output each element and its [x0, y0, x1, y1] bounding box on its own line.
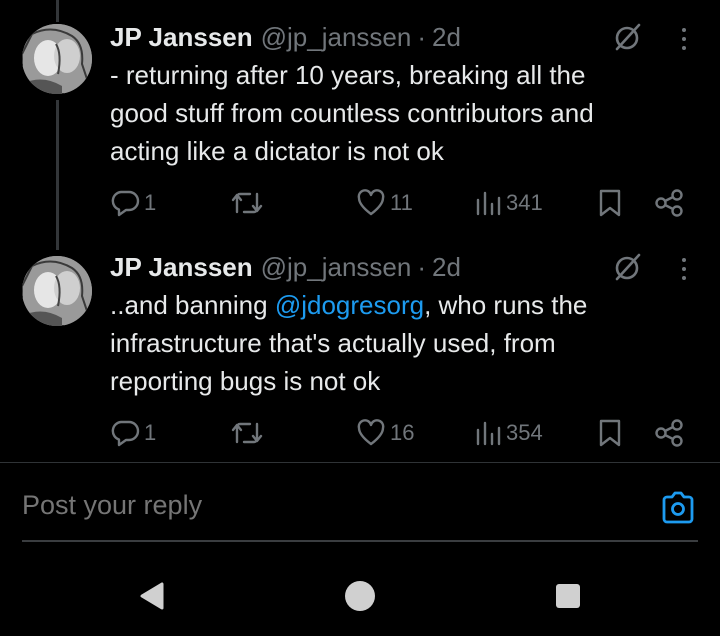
views-count: 341 [506, 190, 543, 215]
tweet-text: - returning after 10 years, breaking all… [110, 60, 594, 166]
reply-count: 1 [144, 190, 157, 215]
timestamp[interactable]: 2d [432, 252, 461, 283]
tweet-header: JP Janssen @jp_janssen · 2d [110, 20, 461, 54]
reply-icon [111, 420, 140, 447]
share-icon [655, 419, 683, 447]
author-handle[interactable]: @jp_janssen [261, 252, 412, 283]
reply-composer [0, 480, 720, 542]
more-options-icon[interactable] [674, 254, 694, 284]
separator-dot: · [417, 251, 427, 282]
views-count: 354 [506, 420, 543, 445]
bookmark-button[interactable] [596, 185, 624, 221]
nav-back-button[interactable] [134, 578, 170, 614]
author-name[interactable]: JP Janssen [110, 252, 253, 283]
like-count: 11 [390, 190, 413, 215]
heart-icon [357, 189, 385, 216]
nav-home-button[interactable] [342, 578, 378, 614]
reply-button[interactable]: 1 [110, 185, 156, 221]
avatar[interactable] [22, 256, 92, 326]
author-name[interactable]: JP Janssen [110, 22, 253, 53]
tweet-actions: 1 11 341 [0, 185, 720, 221]
like-count: 16 [390, 420, 415, 445]
views-icon [476, 421, 501, 446]
views-button[interactable]: 354 [474, 415, 543, 451]
avatar[interactable] [22, 24, 92, 94]
camera-icon[interactable] [660, 490, 696, 526]
bookmark-icon [599, 419, 621, 447]
author-handle[interactable]: @jp_janssen [261, 22, 412, 53]
section-divider [0, 462, 720, 463]
share-button[interactable] [654, 185, 684, 221]
share-icon [655, 189, 683, 217]
share-button[interactable] [654, 415, 684, 451]
reply-button[interactable]: 1 [110, 415, 156, 451]
separator-dot: · [417, 21, 427, 52]
tweet[interactable]: JP Janssen @jp_janssen · 2d - returning … [0, 0, 720, 250]
heart-icon [357, 419, 385, 446]
back-triangle-icon [140, 582, 164, 610]
tweet-text: ..and banning @jdogresorg, who runs the … [110, 290, 588, 396]
nav-recents-button[interactable] [550, 578, 586, 614]
bookmark-icon [599, 189, 621, 217]
like-button[interactable]: 16 [356, 415, 414, 451]
repost-icon [231, 422, 263, 444]
views-button[interactable]: 341 [474, 185, 543, 221]
reply-input[interactable] [22, 490, 376, 521]
more-options-icon[interactable] [674, 24, 694, 54]
bookmark-button[interactable] [596, 415, 624, 451]
reply-count: 1 [144, 420, 157, 445]
mention-link[interactable]: @jdogresorg [275, 290, 424, 320]
reply-icon [111, 190, 140, 217]
repost-button[interactable] [230, 415, 264, 451]
like-button[interactable]: 11 [356, 185, 413, 221]
system-nav-bar [0, 556, 720, 636]
timestamp[interactable]: 2d [432, 22, 461, 53]
tweet-header: JP Janssen @jp_janssen · 2d [110, 250, 461, 284]
grok-icon[interactable] [612, 22, 642, 52]
recents-square-icon [556, 584, 580, 608]
tweet-actions: 1 16 354 [0, 415, 720, 451]
repost-button[interactable] [230, 185, 264, 221]
tweet[interactable]: JP Janssen @jp_janssen · 2d ..and bannin… [0, 250, 720, 462]
grok-icon[interactable] [612, 252, 642, 282]
reply-underline [22, 540, 698, 542]
home-circle-icon [345, 581, 375, 611]
views-icon [476, 191, 501, 216]
repost-icon [231, 192, 263, 214]
